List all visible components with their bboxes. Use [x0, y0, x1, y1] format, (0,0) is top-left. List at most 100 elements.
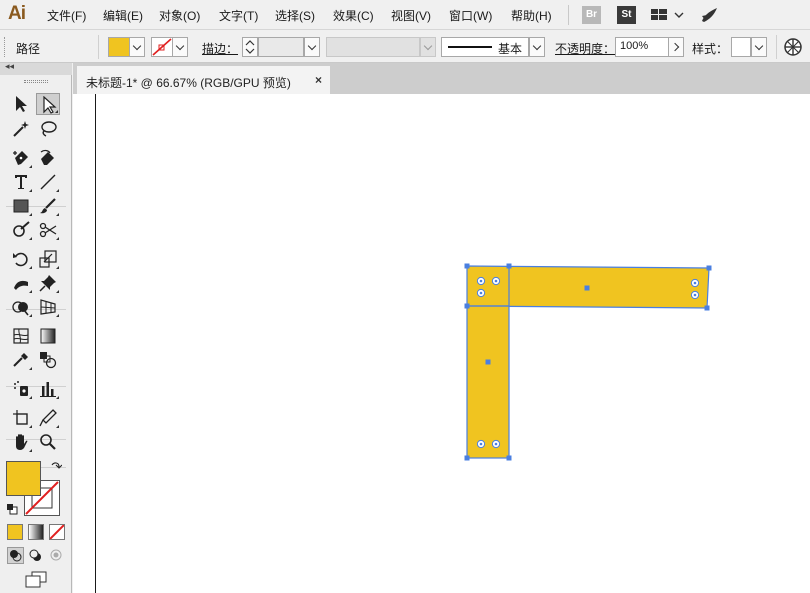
draw-normal-button[interactable]: [7, 547, 24, 564]
artwork: [464, 263, 712, 461]
opacity-flyout[interactable]: [668, 37, 684, 57]
direct-selection-tool[interactable]: [36, 93, 60, 115]
menu-edit[interactable]: 编辑(E): [103, 7, 143, 24]
stock-button[interactable]: St: [617, 6, 636, 24]
document-tab-title: 未标题-1* @ 66.67% (RGB/GPU 预览): [86, 76, 291, 90]
hand-tool[interactable]: [9, 431, 33, 453]
chevron-down-icon: [175, 41, 185, 51]
close-tab-icon[interactable]: ×: [315, 73, 322, 87]
graphic-style-swatch[interactable]: [731, 37, 751, 57]
screen-mode-button[interactable]: [24, 571, 48, 592]
gradient-tool[interactable]: [36, 325, 60, 347]
canvas[interactable]: [73, 94, 810, 593]
artboard-icon: [13, 410, 28, 425]
graphic-style-dropdown[interactable]: [751, 37, 767, 57]
symbol-sprayer-tool[interactable]: [9, 378, 33, 400]
stroke-weight-input[interactable]: [258, 37, 304, 57]
stroke-weight-label: 描边：: [202, 42, 239, 56]
column-graph-tool[interactable]: [36, 378, 60, 400]
anchor-point[interactable]: [704, 305, 710, 311]
artboard-tool[interactable]: [9, 407, 33, 429]
lasso-tool[interactable]: [36, 118, 60, 140]
scissors-tool[interactable]: [36, 219, 60, 241]
menu-select[interactable]: 选择(S): [275, 7, 315, 24]
vertical-bar-shape[interactable]: [466, 305, 510, 459]
width-tool[interactable]: [9, 272, 33, 294]
anchor-point[interactable]: [506, 263, 512, 269]
document-tab[interactable]: 未标题-1* @ 66.67% (RGB/GPU 预览) ×: [77, 66, 330, 94]
color-mode-button[interactable]: [7, 524, 23, 540]
zoom-tool[interactable]: [36, 431, 60, 453]
scissors-icon: [39, 222, 57, 238]
workspace-switcher-icon[interactable]: [651, 6, 685, 27]
pen-icon: [13, 151, 28, 165]
curvature-pen-icon: [40, 149, 54, 165]
scale-tool[interactable]: [36, 248, 60, 270]
eyedropper-tool[interactable]: [9, 349, 33, 371]
draw-behind-button[interactable]: [28, 548, 43, 566]
line-tool[interactable]: [36, 171, 60, 193]
menu-effect[interactable]: 效果(C): [333, 7, 374, 24]
variable-width-profile: [326, 37, 420, 57]
menu-help[interactable]: 帮助(H): [511, 7, 552, 24]
paintbrush-tool[interactable]: [36, 195, 60, 217]
recolor-artwork-icon[interactable]: [784, 38, 802, 59]
tools-panel-header[interactable]: ◂◂: [0, 61, 72, 75]
fill-color-swatch[interactable]: [108, 37, 130, 57]
anchor-point[interactable]: [464, 263, 470, 269]
fill-color-box[interactable]: [6, 461, 41, 496]
rectangle-tool[interactable]: [9, 195, 33, 217]
menu-view[interactable]: 视图(V): [391, 7, 431, 24]
perspective-grid-tool[interactable]: [36, 296, 60, 318]
shape-builder-tool[interactable]: [9, 296, 33, 318]
anchor-point[interactable]: [464, 455, 470, 461]
type-tool[interactable]: [9, 171, 33, 193]
selection-tool[interactable]: [9, 93, 33, 115]
draw-inside-button[interactable]: [49, 548, 64, 566]
gpu-performance-icon[interactable]: [700, 6, 720, 27]
swap-fill-stroke-icon[interactable]: [50, 461, 63, 476]
stroke-dropdown[interactable]: [172, 37, 188, 57]
none-mode-button[interactable]: [49, 524, 65, 540]
anchor-point[interactable]: [506, 455, 512, 461]
anchor-point[interactable]: [464, 303, 470, 309]
brush-definition-box[interactable]: 基本: [441, 37, 529, 57]
brush-style-label: 基本: [498, 42, 523, 56]
variable-width-dropdown: [420, 37, 436, 57]
menu-window[interactable]: 窗口(W): [449, 7, 492, 24]
blend-icon: [40, 352, 57, 369]
mesh-tool[interactable]: [9, 325, 33, 347]
rotate-tool[interactable]: [9, 248, 33, 270]
slice-tool[interactable]: [36, 407, 60, 429]
magic-wand-tool[interactable]: [9, 118, 33, 140]
anchor-point[interactable]: [706, 265, 712, 271]
curvature-tool[interactable]: [36, 147, 60, 169]
fill-dropdown[interactable]: [129, 37, 145, 57]
menu-object[interactable]: 对象(O): [159, 7, 200, 24]
stroke-weight-dropdown[interactable]: [304, 37, 320, 57]
stroke-weight-stepper[interactable]: [242, 37, 258, 57]
control-separator: [776, 35, 777, 59]
paintbrush-icon: [40, 198, 56, 214]
stroke-color-swatch[interactable]: [151, 37, 173, 57]
pen-tool[interactable]: [9, 147, 33, 169]
brush-dropdown[interactable]: [529, 37, 545, 57]
menu-file[interactable]: 文件(F): [47, 7, 86, 24]
chevron-down-icon: [307, 41, 317, 51]
bridge-button[interactable]: Br: [582, 6, 601, 24]
default-fill-stroke-icon[interactable]: [6, 503, 18, 518]
control-bar-grip[interactable]: [4, 37, 6, 57]
puppet-warp-tool[interactable]: [36, 272, 60, 294]
collapse-icon[interactable]: ◂◂: [5, 61, 14, 72]
center-point: [584, 285, 590, 291]
opacity-input[interactable]: 100%: [615, 37, 669, 57]
opacity-label: 不透明度：: [555, 42, 616, 56]
width-icon: [14, 280, 28, 290]
shaper-tool[interactable]: [9, 219, 33, 241]
gradient-mode-button[interactable]: [28, 524, 44, 540]
menu-type[interactable]: 文字(T): [219, 7, 258, 24]
blend-tool[interactable]: [36, 349, 60, 371]
panel-grip[interactable]: [24, 80, 48, 83]
scale-icon: [39, 250, 57, 268]
opacity-value: 100%: [620, 40, 649, 52]
